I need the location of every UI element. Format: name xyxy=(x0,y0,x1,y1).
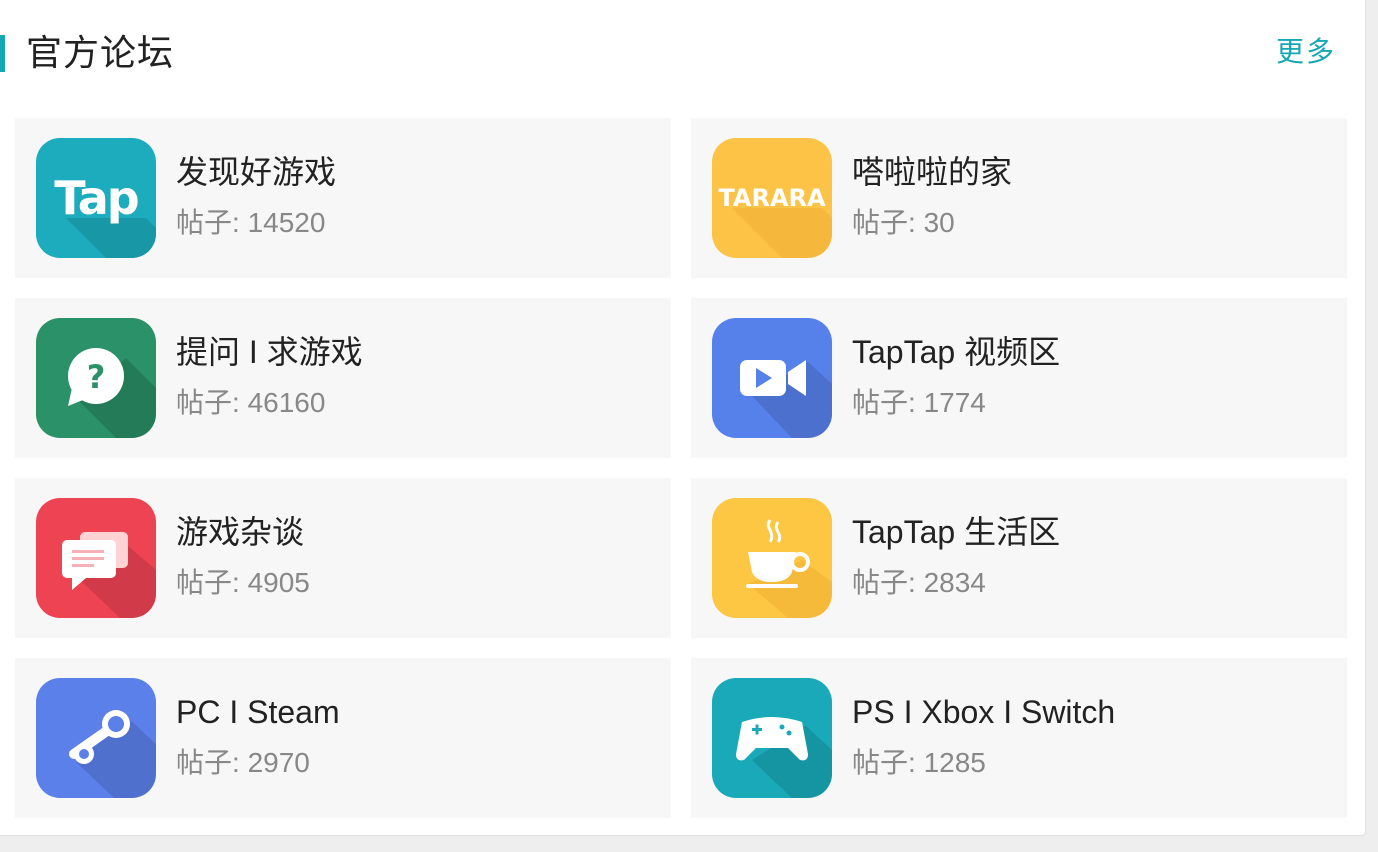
forum-name: PS I Xbox I Switch xyxy=(852,694,1116,730)
forum-name: PC I Steam xyxy=(176,694,340,730)
forum-card-pc-steam[interactable]: PC I Steam 帖子: 2970 xyxy=(15,658,671,818)
forum-name: 嗒啦啦的家 xyxy=(852,154,1013,190)
forum-name: 提问 I 求游戏 xyxy=(176,334,363,370)
tarara-logo-icon: TARARA xyxy=(712,138,832,258)
forum-card-life-zone[interactable]: TapTap 生活区 帖子: 2834 xyxy=(691,478,1347,638)
forum-post-count: 帖子: 1285 xyxy=(852,747,986,778)
forum-post-count: 帖子: 2834 xyxy=(852,567,986,598)
forum-name: 发现好游戏 xyxy=(176,154,337,190)
steam-logo-icon xyxy=(36,678,156,798)
section-title: 官方论坛 xyxy=(26,32,175,73)
forum-post-count: 帖子: 14520 xyxy=(176,207,326,238)
forum-card-video-zone[interactable]: TapTap 视频区 帖子: 1774 xyxy=(691,298,1347,458)
chat-bubbles-icon xyxy=(36,498,156,618)
forum-grid: Tap 发现好游戏 帖子: 14520 TARARA 嗒啦啦的家 帖子: 30 xyxy=(15,118,1348,818)
forum-post-count: 帖子: 2970 xyxy=(176,747,310,778)
forum-card-game-chat[interactable]: 游戏杂谈 帖子: 4905 xyxy=(15,478,671,638)
video-camera-icon xyxy=(712,318,832,438)
svg-text:Tap: Tap xyxy=(54,171,137,225)
forum-card-tarara-home[interactable]: TARARA 嗒啦啦的家 帖子: 30 xyxy=(691,118,1347,278)
forum-post-count: 帖子: 1774 xyxy=(852,387,986,418)
coffee-cup-icon xyxy=(712,498,832,618)
gamepad-icon xyxy=(712,678,832,798)
svg-text:TARARA: TARARA xyxy=(718,184,826,212)
forum-name: TapTap 视频区 xyxy=(852,334,1061,370)
title-accent-bar xyxy=(0,35,5,72)
tap-logo-icon: Tap xyxy=(36,138,156,258)
forum-name: 游戏杂谈 xyxy=(176,514,305,550)
question-bubble-icon: ? xyxy=(36,318,156,438)
forum-card-discover-games[interactable]: Tap 发现好游戏 帖子: 14520 xyxy=(15,118,671,278)
forum-post-count: 帖子: 4905 xyxy=(176,567,310,598)
forum-card-consoles[interactable]: PS I Xbox I Switch 帖子: 1285 xyxy=(691,658,1347,818)
svg-text:?: ? xyxy=(87,358,106,396)
forum-card-questions[interactable]: ? 提问 I 求游戏 帖子: 46160 xyxy=(15,298,671,458)
forum-post-count: 帖子: 30 xyxy=(852,207,955,238)
more-link[interactable]: 更多 xyxy=(1276,32,1336,72)
forum-post-count: 帖子: 46160 xyxy=(176,387,326,418)
forum-name: TapTap 生活区 xyxy=(852,514,1061,550)
section-header: 官方论坛 更多 xyxy=(0,0,1366,108)
official-forums-panel: 官方论坛 更多 Tap 发现好游戏 帖子: 14520 TARARA 嗒啦啦的家… xyxy=(0,0,1366,836)
